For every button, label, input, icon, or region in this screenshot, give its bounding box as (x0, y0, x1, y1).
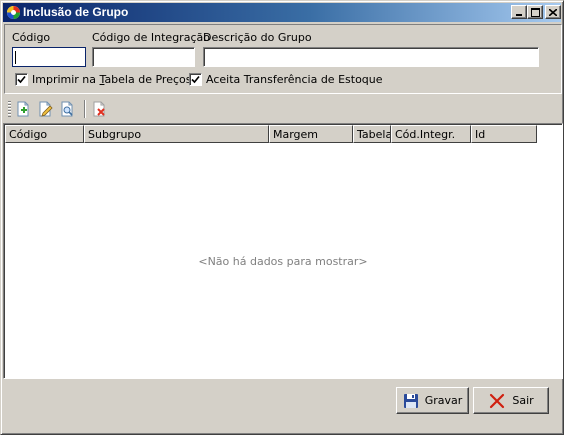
imprimir-tabela-label: Imprimir na Tabela de Preços (32, 73, 192, 86)
minimize-button[interactable] (511, 5, 527, 19)
sair-button[interactable]: Sair (473, 387, 549, 414)
save-icon (403, 393, 418, 408)
codigo-label: Código (12, 31, 51, 44)
view-icon (61, 101, 73, 117)
delete-button[interactable] (89, 100, 109, 118)
empty-grid-message: <Não há dados para mostrar> (198, 255, 368, 268)
text-caret (15, 51, 16, 64)
column-header-codigo[interactable]: Código (5, 125, 84, 143)
grid-header: Código Subgrupo Margem Tabela Cód.Integr… (5, 125, 537, 143)
aceita-transferencia-checkbox[interactable]: Aceita Transferência de Estoque (189, 73, 383, 86)
view-button[interactable] (57, 100, 77, 118)
checkbox-box (189, 73, 202, 86)
minimize-icon (516, 14, 522, 16)
subgroup-grid[interactable]: Código Subgrupo Margem Tabela Cód.Integr… (3, 123, 563, 379)
app-logo-icon (7, 6, 20, 19)
gravar-button[interactable]: Gravar (396, 387, 469, 414)
exit-x-icon (490, 393, 505, 408)
codigo-integracao-label: Código de Integração (92, 31, 210, 44)
close-icon (549, 8, 557, 16)
dialog-window: Inclusão de Grupo Código Código de Integ… (0, 0, 564, 435)
add-icon (17, 101, 29, 117)
delete-icon (93, 101, 105, 117)
column-header-cod-integr[interactable]: Cód.Integr. (391, 125, 471, 143)
column-header-id[interactable]: Id (471, 125, 537, 143)
checkbox-box (15, 73, 28, 86)
descricao-input[interactable] (203, 47, 539, 67)
gravar-label: Gravar (424, 394, 463, 407)
toolbar (4, 97, 562, 121)
column-header-tabela[interactable]: Tabela (353, 125, 391, 143)
checkmark-icon (17, 75, 26, 84)
maximize-icon (530, 7, 540, 17)
codigo-input[interactable] (12, 47, 86, 67)
checkmark-icon (191, 75, 200, 84)
window-title: Inclusão de Grupo (23, 5, 129, 19)
column-header-subgrupo[interactable]: Subgrupo (84, 125, 269, 143)
codigo-integracao-input[interactable] (92, 47, 195, 67)
imprimir-tabela-checkbox[interactable]: Imprimir na Tabela de Preços (15, 73, 191, 86)
edit-icon (39, 101, 53, 117)
sair-label: Sair (512, 394, 534, 407)
aceita-transferencia-label: Aceita Transferência de Estoque (206, 73, 383, 86)
toolbar-separator (84, 100, 86, 118)
close-button[interactable] (545, 5, 561, 19)
add-button[interactable] (13, 100, 33, 118)
column-header-margem[interactable]: Margem (269, 125, 353, 143)
edit-button[interactable] (35, 100, 55, 118)
toolbar-grip[interactable] (8, 101, 11, 117)
maximize-button[interactable] (527, 5, 543, 19)
form-panel: Código Código de Integração Descrição do… (4, 24, 562, 94)
title-bar[interactable]: Inclusão de Grupo (3, 3, 561, 22)
descricao-label: Descrição do Grupo (203, 31, 312, 44)
